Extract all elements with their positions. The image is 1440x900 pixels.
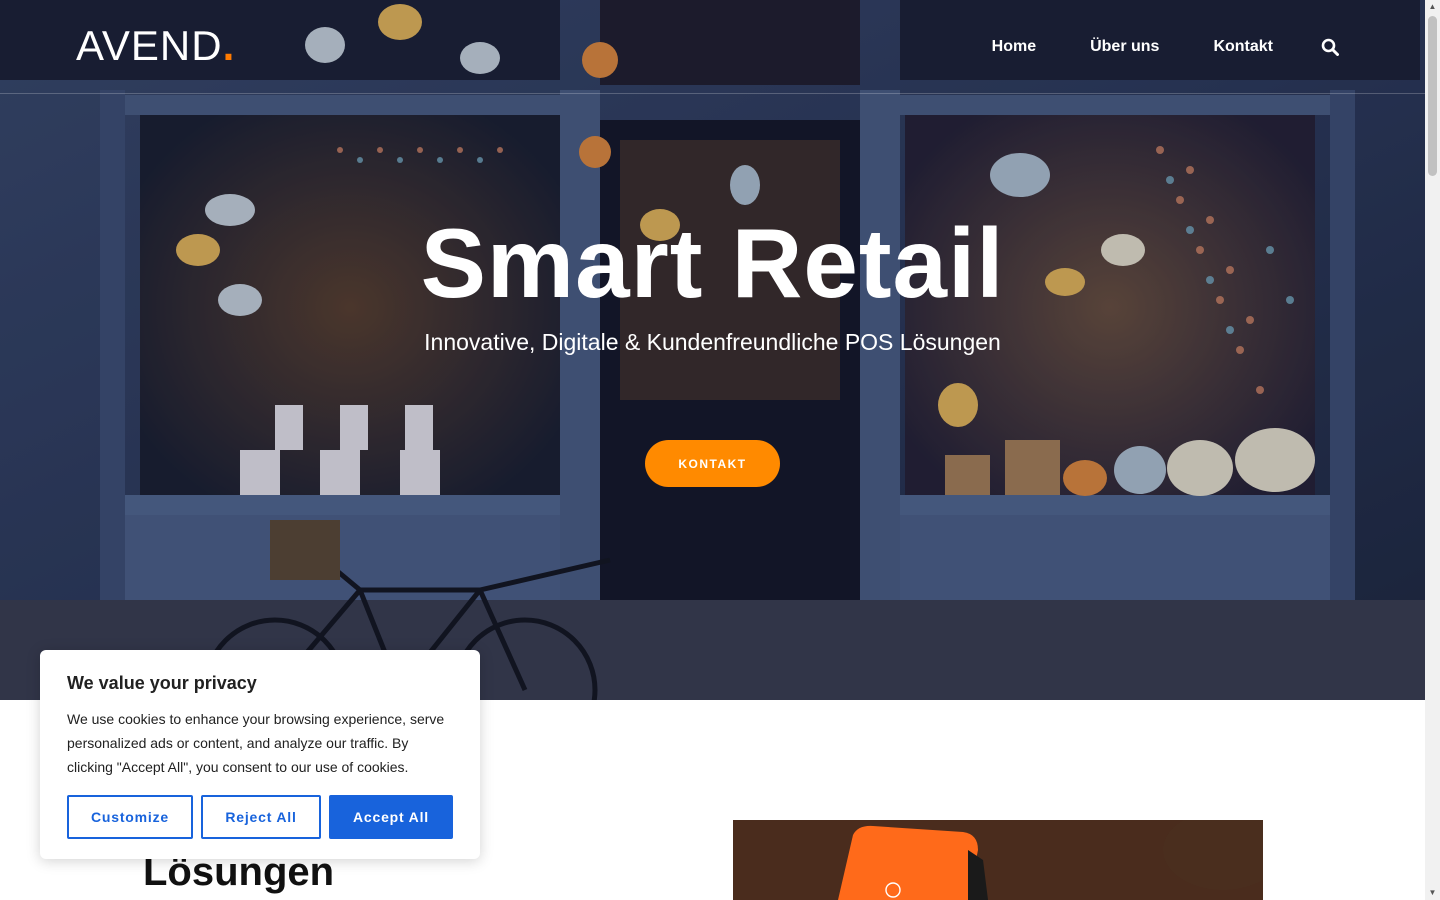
product-image [733,820,1263,900]
kontakt-button[interactable]: KONTAKT [645,440,780,487]
site-header: AVEND. Home Über uns Kontakt [0,0,1425,94]
scroll-up-arrow-icon[interactable]: ▲ [1425,0,1440,14]
hero-title: Smart Retail [420,208,1005,318]
scrollbar-thumb[interactable] [1428,16,1437,176]
scroll-down-arrow-icon[interactable]: ▼ [1425,886,1440,900]
brand-name: AVEND [76,22,223,69]
cookie-title: We value your privacy [67,673,257,693]
customize-button[interactable]: Customize [67,795,193,839]
cookie-consent-banner: We value your privacy We use cookies to … [40,650,480,859]
brand-logo[interactable]: AVEND. [76,23,235,69]
hero-section: AVEND. Home Über uns Kontakt Smart Retai… [0,0,1425,700]
reject-all-button[interactable]: Reject All [201,795,321,839]
search-icon[interactable] [1321,38,1339,56]
cookie-description: We use cookies to enhance your browsing … [67,711,445,775]
nav-item-home[interactable]: Home [992,38,1036,56]
main-nav: Home Über uns Kontakt [938,0,1339,93]
brand-dot: . [222,22,236,69]
accept-all-button[interactable]: Accept All [329,795,453,839]
nav-item-kontakt[interactable]: Kontakt [1213,38,1273,56]
hero-subtitle: Innovative, Digitale & Kundenfreundliche… [424,329,1001,355]
nav-item-ueber-uns[interactable]: Über uns [1090,38,1159,56]
page-scrollbar[interactable]: ▲ ▼ [1425,0,1440,900]
